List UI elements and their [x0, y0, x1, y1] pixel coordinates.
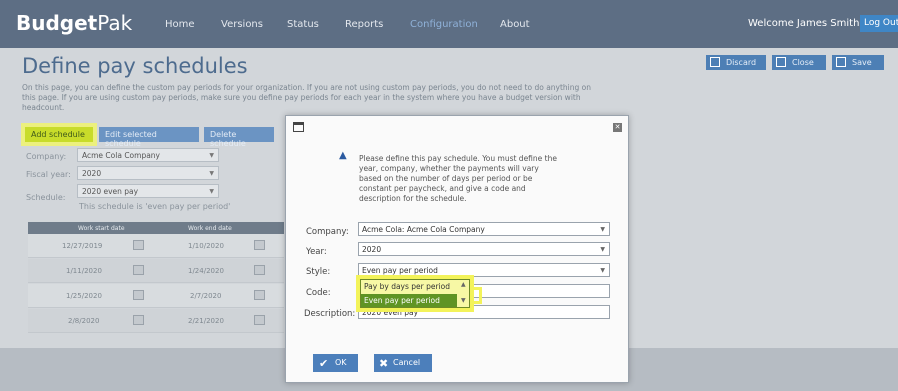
calendar-icon[interactable]: [133, 265, 144, 275]
table-row: 1/11/2020 1/24/2020: [28, 259, 284, 283]
schedule-note: This schedule is 'even pay per period': [79, 202, 231, 211]
schedule-select[interactable]: 2020 even pay ▼: [77, 184, 219, 198]
style-option-days[interactable]: Pay by days per period: [361, 280, 457, 293]
pay-schedule-dialog: ✕ ▲ Please define this pay schedule. You…: [285, 115, 629, 383]
add-schedule-button[interactable]: Add schedule: [21, 123, 97, 146]
checkmark-icon: ✔: [319, 357, 329, 370]
top-nav-bar: BudgetPak Home Versions Status Reports C…: [0, 0, 898, 48]
nav-home[interactable]: Home: [165, 19, 195, 30]
dropdown-scrollbar[interactable]: ▲ ▼: [459, 280, 469, 307]
close-icon: [776, 57, 786, 67]
table-header: Work start date Work end date: [28, 222, 284, 234]
welcome-text: Welcome James Smith!: [748, 18, 864, 29]
highlight-bracket: [472, 287, 482, 304]
chevron-down-icon: ▼: [209, 170, 214, 177]
nav-reports[interactable]: Reports: [345, 19, 383, 30]
nav-versions[interactable]: Versions: [221, 19, 263, 30]
dialog-company-select[interactable]: Acme Cola: Acme Cola Company ▼: [358, 222, 610, 236]
delete-schedule-button[interactable]: Delete schedule: [204, 127, 274, 148]
calendar-icon[interactable]: [133, 240, 144, 250]
floppy-icon: [836, 57, 846, 67]
chevron-up-icon[interactable]: ▲: [461, 281, 466, 288]
close-icon[interactable]: ✕: [613, 123, 622, 132]
nav-configuration[interactable]: Configuration: [410, 19, 478, 30]
calendar-icon[interactable]: [254, 315, 265, 325]
calendar-icon[interactable]: [133, 290, 144, 300]
close-icon: ✖: [379, 357, 389, 370]
company-label: Company:: [26, 152, 67, 161]
table-row: 2/8/2020 2/21/2020: [28, 309, 284, 333]
dialog-code-label: Code:: [306, 288, 331, 298]
dialog-company-label: Company:: [306, 227, 349, 237]
table-row: 1/25/2020 2/7/2020: [28, 284, 284, 308]
ok-button[interactable]: ✔ OK: [313, 354, 358, 372]
dialog-year-label: Year:: [306, 247, 327, 257]
discard-button[interactable]: Discard: [706, 55, 766, 70]
dialog-year-select[interactable]: 2020 ▼: [358, 242, 610, 256]
dialog-style-select[interactable]: Even pay per period ▼: [358, 263, 610, 277]
column-header-end: Work end date: [188, 225, 232, 232]
window-icon: [293, 122, 304, 132]
chevron-down-icon: ▼: [600, 226, 605, 233]
app-logo[interactable]: BudgetPak: [16, 11, 132, 35]
nav-status[interactable]: Status: [287, 19, 319, 30]
calendar-icon[interactable]: [254, 290, 265, 300]
nav-about[interactable]: About: [500, 19, 530, 30]
company-select[interactable]: Acme Cola Company ▼: [77, 148, 219, 162]
column-header-start: Work start date: [78, 225, 125, 232]
edit-schedule-button[interactable]: Edit selected schedule: [99, 127, 199, 148]
cancel-button[interactable]: ✖ Cancel: [374, 354, 432, 372]
chevron-down-icon: ▼: [600, 246, 605, 253]
style-option-even[interactable]: Even pay per period: [361, 294, 457, 307]
fiscal-year-label: Fiscal year:: [26, 170, 71, 179]
page-title: Define pay schedules: [22, 54, 248, 78]
calendar-icon[interactable]: [133, 315, 144, 325]
fiscal-year-select[interactable]: 2020 ▼: [77, 166, 219, 180]
calendar-icon[interactable]: [254, 265, 265, 275]
dialog-description-label: Description:: [304, 309, 356, 319]
logout-button[interactable]: Log Out: [860, 15, 898, 32]
chevron-down-icon: ▼: [600, 267, 605, 274]
chevron-down-icon: ▼: [209, 152, 214, 159]
page-description: On this page, you can define the custom …: [22, 83, 592, 112]
chevron-down-icon[interactable]: ▼: [461, 297, 466, 304]
warning-icon: ▲: [339, 150, 347, 161]
dialog-message: Please define this pay schedule. You mus…: [359, 154, 557, 203]
schedule-label: Schedule:: [26, 193, 66, 202]
chevron-down-icon: ▼: [209, 188, 214, 195]
dialog-style-label: Style:: [306, 267, 331, 277]
save-button[interactable]: Save: [832, 55, 884, 70]
calendar-icon[interactable]: [254, 240, 265, 250]
style-dropdown-list[interactable]: Pay by days per period Even pay per peri…: [356, 275, 474, 312]
close-button[interactable]: Close: [772, 55, 826, 70]
trash-icon: [710, 57, 720, 67]
table-row: 12/27/2019 1/10/2020: [28, 234, 284, 258]
